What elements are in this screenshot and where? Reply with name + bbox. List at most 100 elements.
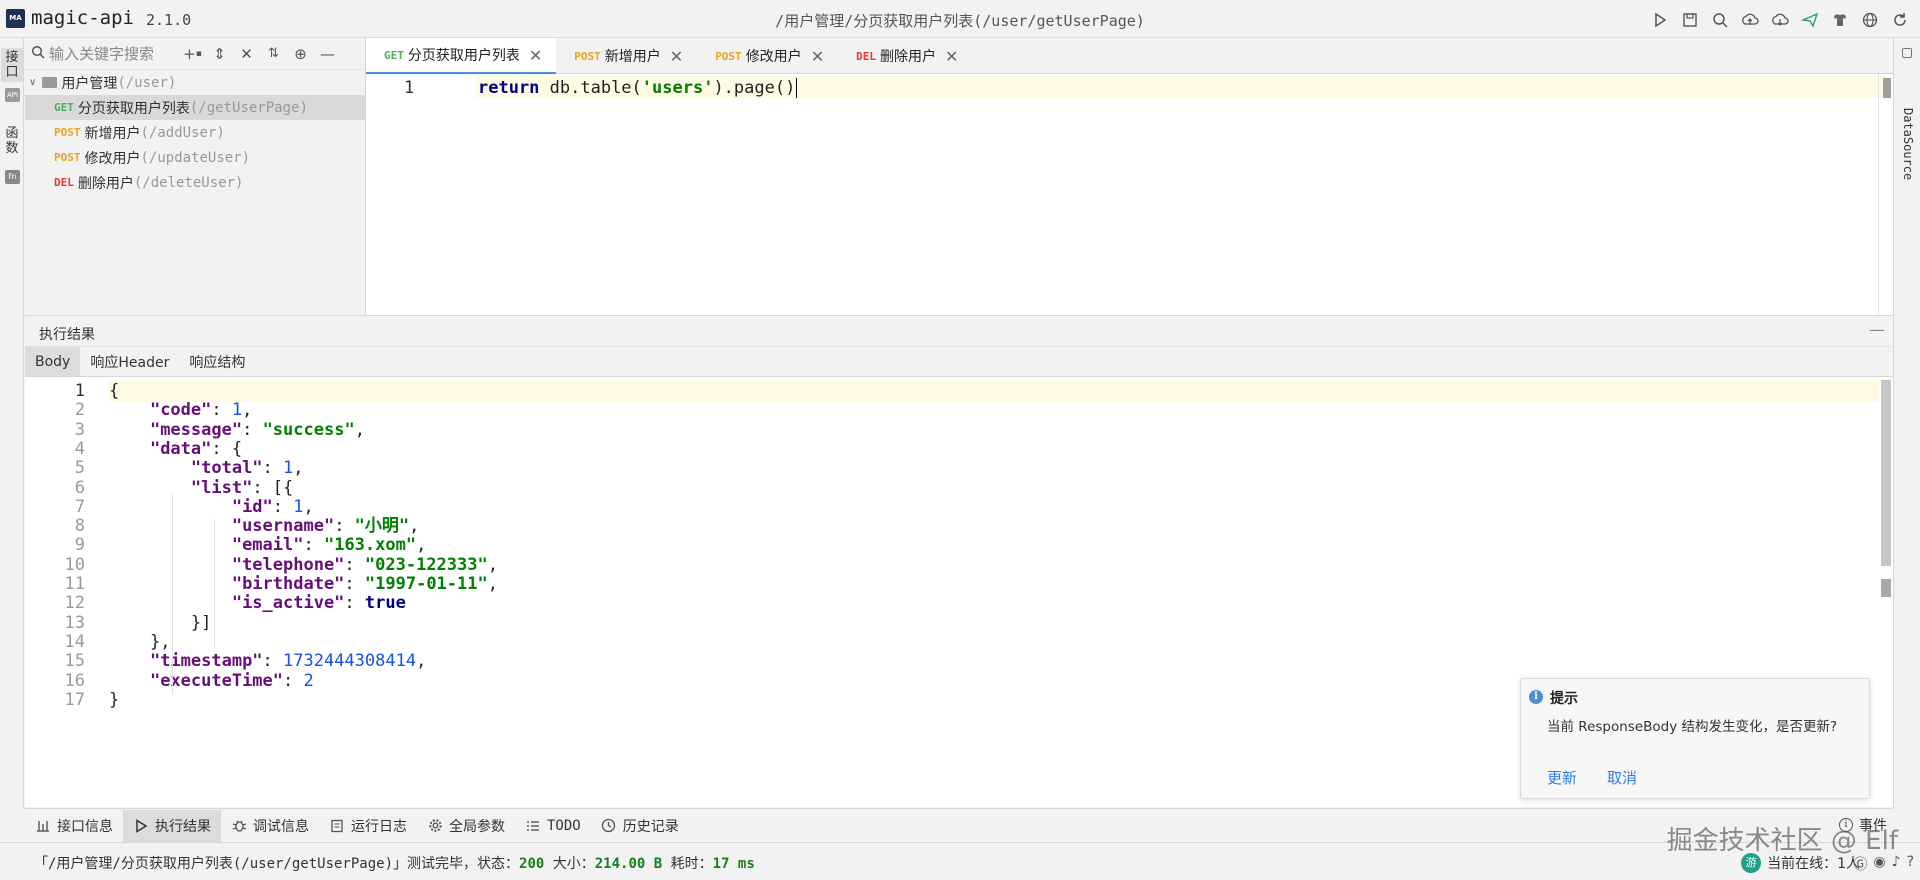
gear-icon bbox=[427, 818, 443, 834]
title-toolbar bbox=[1648, 8, 1912, 32]
tab-add-user[interactable]: POST 新增用户 ✕ bbox=[556, 38, 697, 74]
tree-item-path: (/updateUser) bbox=[140, 149, 251, 166]
tool-interface-info[interactable]: 接口信息 bbox=[25, 810, 123, 842]
sort-icon[interactable]: ⇅ bbox=[260, 42, 287, 66]
search-icon[interactable] bbox=[1708, 8, 1732, 32]
status-icons: Ⓖ ◉ ♪ ? bbox=[1853, 854, 1914, 874]
json-punct: : bbox=[283, 670, 304, 691]
json-punct: , bbox=[409, 516, 420, 537]
update-button[interactable]: 更新 bbox=[1547, 767, 1577, 788]
method-badge: POST bbox=[54, 126, 81, 139]
script-editor[interactable]: 1 return db.table('users').page() bbox=[366, 74, 1893, 315]
json-punct: : bbox=[344, 574, 365, 594]
expand-collapse-icon[interactable]: ⇕ bbox=[206, 42, 233, 66]
tool-global-params[interactable]: 全局参数 bbox=[417, 810, 515, 842]
search-input[interactable] bbox=[49, 44, 179, 63]
chevron-down-icon: ∨ bbox=[29, 77, 37, 88]
function-icon: fn bbox=[5, 170, 20, 184]
json-punct: } bbox=[109, 689, 120, 710]
app-name: magic-api bbox=[31, 7, 134, 29]
json-key: "data" bbox=[149, 438, 212, 459]
tool-history[interactable]: 历史记录 bbox=[591, 810, 689, 842]
tab-update-user[interactable]: POST 修改用户 ✕ bbox=[697, 38, 838, 74]
locate-icon[interactable]: ⊕ bbox=[287, 42, 314, 66]
collapse-all-icon[interactable]: ✕ bbox=[233, 42, 260, 66]
status-code: 200 bbox=[519, 856, 545, 872]
code-line[interactable]: return db.table('users').page() bbox=[478, 78, 798, 98]
tree-item-label: 分页获取用户列表 bbox=[77, 100, 190, 117]
gitee-icon[interactable]: Ⓖ bbox=[1853, 854, 1867, 874]
json-value: 2 bbox=[303, 670, 314, 691]
editor-scrollbar[interactable] bbox=[1883, 78, 1891, 98]
body-scrollbar[interactable] bbox=[1881, 380, 1891, 566]
clock-icon bbox=[601, 818, 617, 834]
close-icon[interactable]: ✕ bbox=[670, 47, 683, 66]
save-icon[interactable] bbox=[1678, 8, 1702, 32]
code-text: ).page() bbox=[713, 78, 796, 98]
method-badge: DEL bbox=[856, 49, 876, 63]
tool-run-log[interactable]: 运行日志 bbox=[319, 810, 417, 842]
method-badge: GET bbox=[54, 101, 74, 114]
github-icon[interactable]: ◉ bbox=[1873, 854, 1885, 874]
tab-interfaces[interactable]: 接口 bbox=[1, 48, 23, 82]
add-icon[interactable]: + ▪ bbox=[179, 42, 206, 66]
tab-get-user-page[interactable]: GET 分页获取用户列表 ✕ bbox=[366, 38, 557, 74]
play-icon bbox=[133, 818, 149, 834]
notification-message: 当前 ResponseBody 结构发生变化，是否更新? bbox=[1547, 719, 1838, 735]
tree-item-add-user[interactable]: POST 新增用户 (/addUser) bbox=[25, 120, 365, 145]
minimize-icon[interactable]: — bbox=[314, 42, 341, 66]
run-icon[interactable] bbox=[1648, 8, 1672, 32]
refresh-icon[interactable] bbox=[1888, 8, 1912, 32]
minimize-icon[interactable]: — bbox=[1869, 320, 1885, 339]
globe-icon[interactable] bbox=[1858, 8, 1882, 32]
cancel-button[interactable]: 取消 bbox=[1607, 767, 1637, 788]
help-icon[interactable]: ? bbox=[1907, 854, 1914, 874]
tab-body[interactable]: Body bbox=[25, 347, 81, 376]
bell-icon[interactable]: ♪ bbox=[1892, 854, 1901, 874]
json-punct: : bbox=[242, 419, 263, 440]
tab-response-header[interactable]: 响应Header bbox=[80, 347, 179, 376]
current-line-highlight bbox=[109, 380, 1879, 402]
tool-debug-info[interactable]: 调试信息 bbox=[221, 810, 319, 842]
bottom-toolbar: 接口信息 执行结果 调试信息 运行日志 全局参数 TODO 历史记录 i 事件 bbox=[25, 808, 1893, 842]
json-line: "executeTime": 2 bbox=[109, 670, 314, 694]
tree-group-user[interactable]: ∨ 用户管理 (/user) bbox=[25, 70, 365, 95]
close-icon[interactable]: ✕ bbox=[529, 46, 542, 65]
tree-item-update-user[interactable]: POST 修改用户 (/updateUser) bbox=[25, 145, 365, 170]
app-version: 2.1.0 bbox=[146, 11, 192, 29]
method-badge: GET bbox=[384, 48, 404, 62]
close-icon[interactable]: ✕ bbox=[811, 47, 824, 66]
tree-item-path: (/addUser) bbox=[140, 124, 225, 141]
download-icon[interactable] bbox=[1768, 8, 1792, 32]
info-icon: i bbox=[1529, 690, 1543, 704]
close-icon[interactable]: ✕ bbox=[945, 47, 958, 66]
json-punct: : bbox=[344, 593, 365, 614]
tab-datasource[interactable]: DataSource bbox=[1901, 108, 1915, 180]
upload-icon[interactable] bbox=[1738, 8, 1762, 32]
tool-run-result[interactable]: 执行结果 bbox=[123, 809, 221, 842]
json-value: "success" bbox=[262, 419, 355, 440]
skin-icon[interactable] bbox=[1828, 8, 1852, 32]
tab-delete-user[interactable]: DEL 删除用户 ✕ bbox=[838, 38, 972, 74]
tab-functions[interactable]: 函数 bbox=[0, 126, 24, 156]
list-icon bbox=[525, 818, 541, 834]
tab-label: 新增用户 bbox=[604, 49, 661, 65]
json-key: "email" bbox=[231, 535, 304, 556]
folder-icon bbox=[42, 77, 58, 88]
tree-item-get-user-page[interactable]: GET 分页获取用户列表 (/getUserPage) bbox=[25, 95, 365, 120]
send-icon[interactable] bbox=[1798, 8, 1822, 32]
tab-response-structure[interactable]: 响应结构 bbox=[179, 347, 255, 376]
line-number: 17 bbox=[64, 689, 85, 710]
json-punct: , bbox=[487, 574, 498, 594]
status-prefix: 「/用户管理/分页获取用户列表(/user/getUserPage)」测试完毕，… bbox=[34, 856, 520, 872]
tool-todo[interactable]: TODO bbox=[515, 810, 591, 842]
json-key: "id" bbox=[231, 496, 273, 517]
body-scrollbar-thumb[interactable] bbox=[1881, 579, 1891, 597]
tree-item-delete-user[interactable]: DEL 删除用户 (/deleteUser) bbox=[25, 170, 365, 195]
